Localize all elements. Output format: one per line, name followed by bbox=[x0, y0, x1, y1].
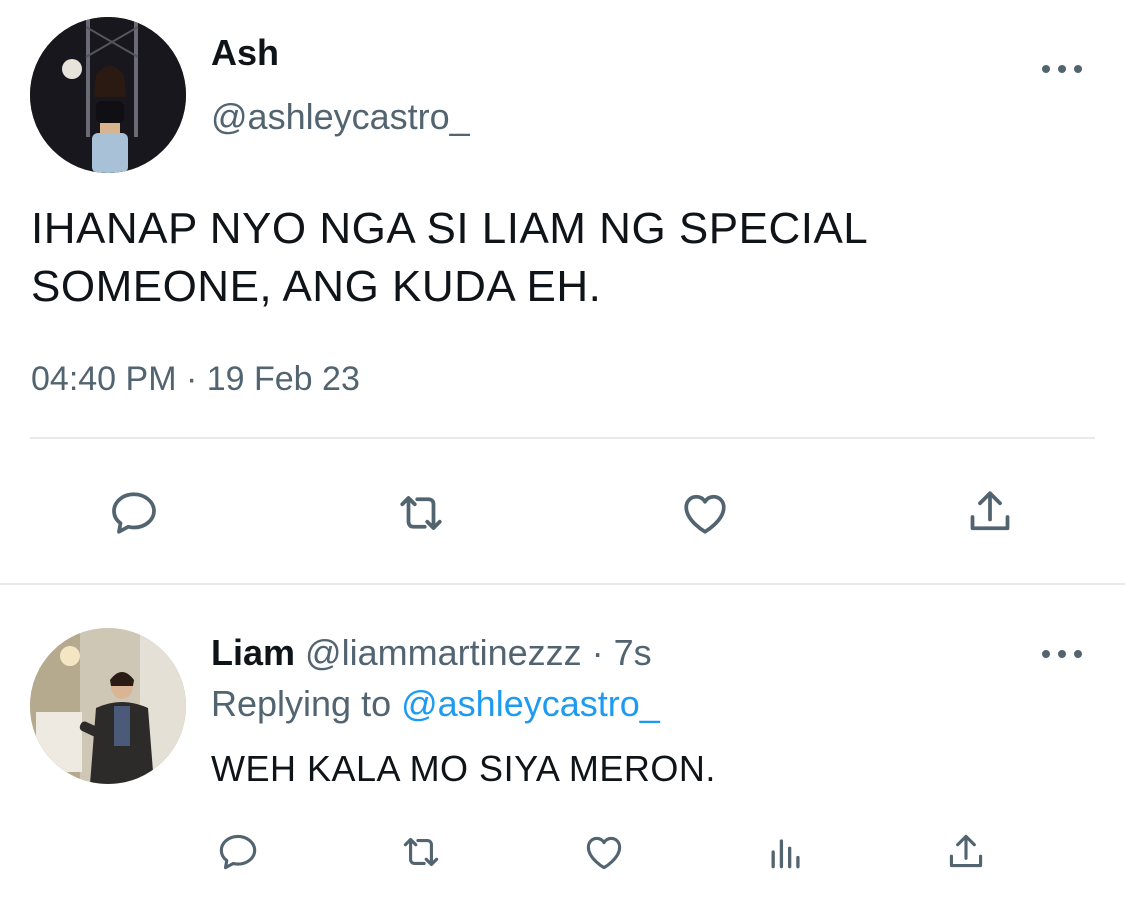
avatar-image bbox=[30, 628, 186, 784]
reply-button[interactable] bbox=[102, 483, 166, 543]
share-button[interactable] bbox=[940, 826, 992, 878]
tweet-timestamp[interactable]: 04:40 PM · 19 Feb 23 bbox=[31, 360, 360, 399]
replying-prefix: Replying to bbox=[211, 683, 402, 724]
retweet-icon bbox=[400, 496, 442, 530]
tweet-text-line-2: SOMEONE, ANG KUDA EH. bbox=[31, 262, 602, 311]
reply-author-name[interactable]: Liam bbox=[211, 632, 295, 673]
like-button[interactable] bbox=[578, 826, 630, 878]
divider bbox=[30, 437, 1095, 439]
reply-author-avatar[interactable] bbox=[30, 628, 186, 784]
retweet-button[interactable] bbox=[387, 483, 455, 543]
like-button[interactable] bbox=[673, 483, 737, 543]
replying-to: Replying to @ashleycastro_ bbox=[211, 683, 660, 725]
share-button[interactable] bbox=[958, 481, 1022, 543]
retweet-icon bbox=[403, 837, 439, 867]
reply-button[interactable] bbox=[212, 826, 264, 878]
author-avatar[interactable] bbox=[30, 17, 186, 173]
like-icon bbox=[586, 836, 622, 870]
header-separator: · bbox=[581, 632, 614, 673]
reply-author-handle[interactable]: @liammartinezzz bbox=[305, 632, 582, 673]
reply-text: WEH KALA MO SIYA MERON. bbox=[211, 748, 716, 789]
share-icon bbox=[970, 491, 1010, 531]
author-handle[interactable]: @ashleycastro_ bbox=[211, 96, 470, 138]
avatar-image bbox=[30, 17, 186, 173]
views-button[interactable] bbox=[762, 828, 810, 876]
tweet-text-line-1: IHANAP NYO NGA SI LIAM NG SPECIAL bbox=[31, 204, 869, 253]
more-options-icon[interactable] bbox=[1042, 647, 1082, 661]
like-icon bbox=[684, 494, 726, 534]
retweet-button[interactable] bbox=[393, 826, 449, 878]
replying-to-link[interactable]: @ashleycastro_ bbox=[401, 683, 660, 724]
reply-icon bbox=[219, 834, 257, 870]
tweet-text: IHANAP NYO NGA SI LIAM NG SPECIAL SOMEON… bbox=[31, 200, 1091, 316]
reply-icon bbox=[112, 492, 156, 534]
reply-header: Liam @liammartinezzz · 7s bbox=[211, 632, 652, 674]
divider bbox=[0, 583, 1125, 585]
author-name[interactable]: Ash bbox=[211, 32, 279, 74]
share-icon bbox=[949, 834, 983, 868]
reply-time[interactable]: 7s bbox=[614, 632, 652, 673]
views-icon bbox=[771, 839, 800, 869]
more-options-icon[interactable] bbox=[1042, 62, 1082, 76]
